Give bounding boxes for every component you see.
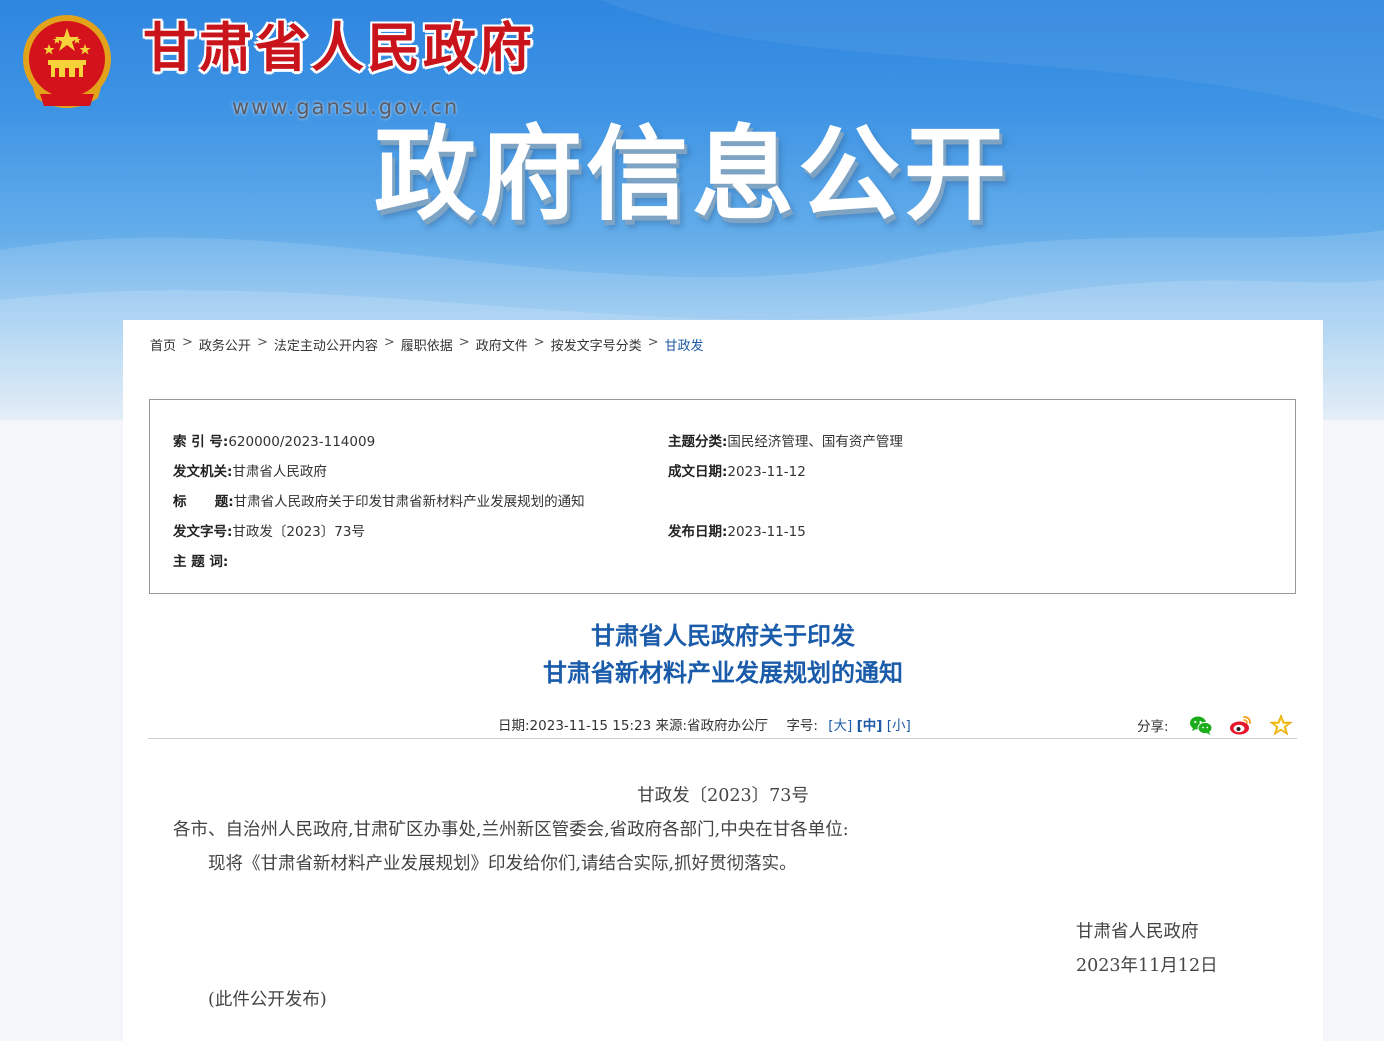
meta-topic: 主题分类:国民经济管理、国有资产管理	[668, 430, 903, 450]
article-date: 日期:2023-11-15 15:23 来源:	[498, 718, 688, 734]
breadcrumb-home[interactable]: 首页	[150, 335, 176, 354]
meta-doc-number: 发文字号:甘政发〔2023〕73号	[173, 520, 365, 540]
favorite-star-icon[interactable]	[1268, 714, 1293, 736]
meta-published: 发布日期:2023-11-15	[668, 520, 806, 540]
breadcrumb-government-documents[interactable]: 政府文件	[476, 335, 528, 354]
article-title-line1: 甘肃省人民政府关于印发	[591, 622, 855, 650]
national-emblem-icon[interactable]	[20, 14, 114, 114]
share-bar: 分享:	[1137, 714, 1293, 736]
meta-created-label: 成文日期:	[668, 464, 728, 480]
breadcrumb-separator: >	[383, 335, 395, 350]
breadcrumb-separator: >	[182, 335, 193, 350]
breadcrumb-by-doc-number[interactable]: 按发文字号分类	[551, 335, 642, 354]
banner-title: 政府信息公开	[374, 116, 1010, 235]
meta-title: 标 题:甘肃省人民政府关于印发甘肃省新材料产业发展规划的通知	[173, 490, 585, 510]
article-info-line: 日期:2023-11-15 15:23 来源:省政府办公厅 字号: [大] [中…	[498, 714, 911, 734]
meta-title-label: 标 题:	[173, 494, 234, 510]
breadcrumb-duty-basis[interactable]: 履职依据	[401, 335, 453, 354]
breadcrumb-separator: >	[533, 335, 545, 350]
meta-doc-number-label: 发文字号:	[173, 524, 233, 540]
breadcrumb-separator: >	[647, 335, 659, 350]
meta-published-label: 发布日期:	[668, 524, 728, 540]
document-addressee: 各市、自治州人民政府,甘肃矿区办事处,兰州新区管委会,省政府各部门,中央在甘各单…	[173, 820, 849, 840]
content-panel: 首页 > 政务公开 > 法定主动公开内容 > 履职依据 > 政府文件 > 按发文…	[123, 320, 1323, 1041]
meta-title-value: 甘肃省人民政府关于印发甘肃省新材料产业发展规划的通知	[233, 494, 585, 510]
font-size-label: 字号:	[786, 718, 818, 734]
meta-index-label: 索 引 号:	[173, 434, 229, 450]
font-size-large-button[interactable]: [大]	[828, 718, 852, 734]
font-size-large-label: 大	[833, 718, 847, 734]
meta-topic-value: 国民经济管理、国有资产管理	[727, 434, 903, 450]
meta-doc-number-value: 甘政发〔2023〕73号	[232, 524, 365, 540]
wechat-icon[interactable]	[1189, 714, 1213, 736]
content-divider	[148, 738, 1297, 739]
meta-created: 成文日期:2023-11-12	[668, 460, 806, 480]
meta-index: 索 引 号:620000/2023-114009	[173, 430, 375, 450]
meta-keywords-label: 主 题 词:	[173, 554, 229, 570]
document-body: 现将《甘肃省新材料产业发展规划》印发给你们,请结合实际,抓好贯彻落实。	[208, 854, 797, 874]
meta-issuer: 发文机关:甘肃省人民政府	[173, 460, 327, 480]
breadcrumb: 首页 > 政务公开 > 法定主动公开内容 > 履职依据 > 政府文件 > 按发文…	[150, 335, 704, 354]
document-number: 甘政发〔2023〕73号	[637, 786, 809, 806]
meta-published-value: 2023-11-15	[727, 524, 806, 540]
document-publication-note: (此件公开发布)	[208, 990, 327, 1010]
breadcrumb-current[interactable]: 甘政发	[665, 335, 704, 354]
font-size-medium-label: 中	[862, 718, 877, 734]
breadcrumb-separator: >	[256, 335, 268, 350]
site-title[interactable]: 甘肃省人民政府	[143, 22, 535, 75]
breadcrumb-government-affairs[interactable]: 政务公开	[199, 335, 251, 354]
document-signature: 甘肃省人民政府	[1076, 922, 1199, 942]
article-title: 甘肃省人民政府关于印发 甘肃省新材料产业发展规划的通知	[123, 618, 1323, 692]
article-title-line2: 甘肃省新材料产业发展规划的通知	[543, 659, 903, 687]
document-sign-date: 2023年11月12日	[1076, 956, 1218, 976]
share-label: 分享:	[1137, 719, 1169, 735]
meta-created-value: 2023-11-12	[727, 464, 806, 480]
breadcrumb-statutory-content[interactable]: 法定主动公开内容	[274, 335, 378, 354]
article-source: 省政府办公厅	[687, 718, 769, 734]
meta-issuer-value: 甘肃省人民政府	[232, 464, 327, 480]
meta-topic-label: 主题分类:	[668, 434, 728, 450]
document-metadata-box: 索 引 号:620000/2023-114009 主题分类:国民经济管理、国有资…	[149, 399, 1296, 594]
font-size-medium-button[interactable]: [中]	[857, 718, 883, 734]
meta-keywords: 主 题 词:	[173, 550, 228, 570]
breadcrumb-separator: >	[458, 335, 470, 350]
meta-issuer-label: 发文机关:	[173, 464, 233, 480]
weibo-icon[interactable]	[1229, 714, 1253, 736]
font-size-small-button[interactable]: [小]	[887, 718, 911, 734]
meta-index-value: 620000/2023-114009	[228, 434, 376, 450]
font-size-small-label: 小	[891, 718, 906, 734]
